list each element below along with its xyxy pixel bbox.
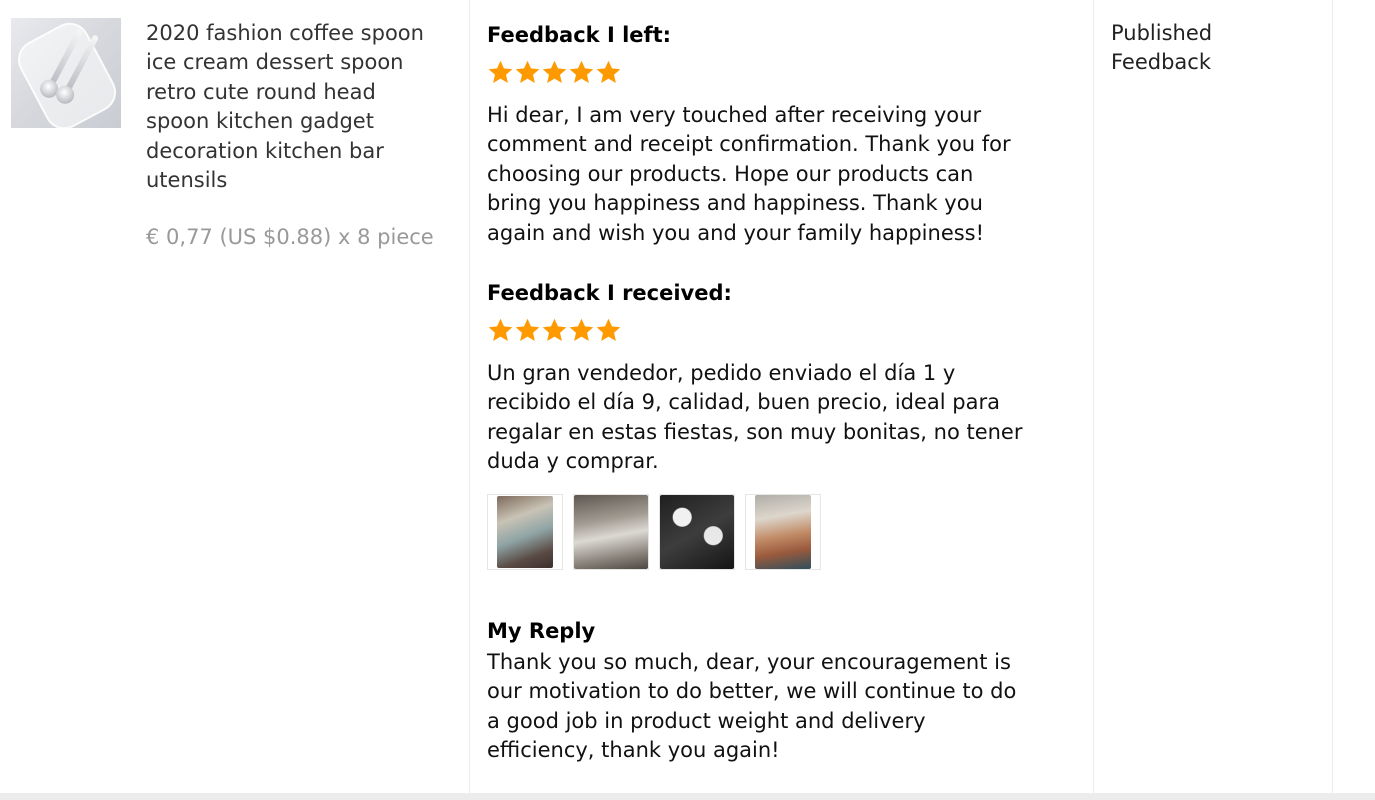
- spoon-case-shape: [11, 18, 121, 128]
- column-divider: [1332, 0, 1333, 793]
- product-thumbnail-image[interactable]: [11, 18, 121, 128]
- star-icon: [488, 318, 513, 341]
- column-divider: [1093, 0, 1094, 793]
- feedback-row: 2020 fashion coffee spoon ice cream dess…: [0, 0, 1375, 793]
- feedback-photo[interactable]: [487, 494, 563, 570]
- column-divider: [469, 0, 470, 793]
- star-icon: [515, 60, 540, 83]
- feedback-photo[interactable]: [573, 494, 649, 570]
- photo-thumbnail-image: [497, 496, 553, 568]
- row-bottom-border: [0, 793, 1375, 800]
- feedback-left-heading: Feedback I left:: [487, 23, 672, 47]
- star-icon: [569, 318, 594, 341]
- feedback-left-text: Hi dear, I am very touched after receivi…: [487, 103, 1011, 245]
- product-title[interactable]: 2020 fashion coffee spoon ice cream dess…: [146, 19, 456, 195]
- photo-thumbnail-image: [755, 495, 811, 569]
- photo-thumbnail-image: [574, 495, 648, 569]
- star-icon: [542, 318, 567, 341]
- my-reply-heading: My Reply: [487, 619, 596, 643]
- feedback-received-text: Un gran vendedor, pedido enviado el día …: [487, 361, 1023, 474]
- star-icon: [596, 60, 621, 83]
- feedback-photo[interactable]: [745, 494, 821, 570]
- star-icon: [515, 318, 540, 341]
- star-icon: [542, 60, 567, 83]
- feedback-photo-gallery: [487, 494, 821, 570]
- my-reply-text: Thank you so much, dear, your encouragem…: [487, 650, 1017, 763]
- photo-thumbnail-image: [660, 495, 734, 569]
- star-icon: [488, 60, 513, 83]
- product-price: € 0,77 (US $0.88) x 8 piece: [146, 225, 434, 249]
- feedback-left-rating-stars: [487, 59, 622, 87]
- feedback-status: Published Feedback: [1111, 21, 1213, 75]
- feedback-received-heading: Feedback I received:: [487, 281, 732, 305]
- star-icon: [596, 318, 621, 341]
- feedback-received-rating-stars: [487, 317, 622, 345]
- star-icon: [569, 60, 594, 83]
- feedback-photo[interactable]: [659, 494, 735, 570]
